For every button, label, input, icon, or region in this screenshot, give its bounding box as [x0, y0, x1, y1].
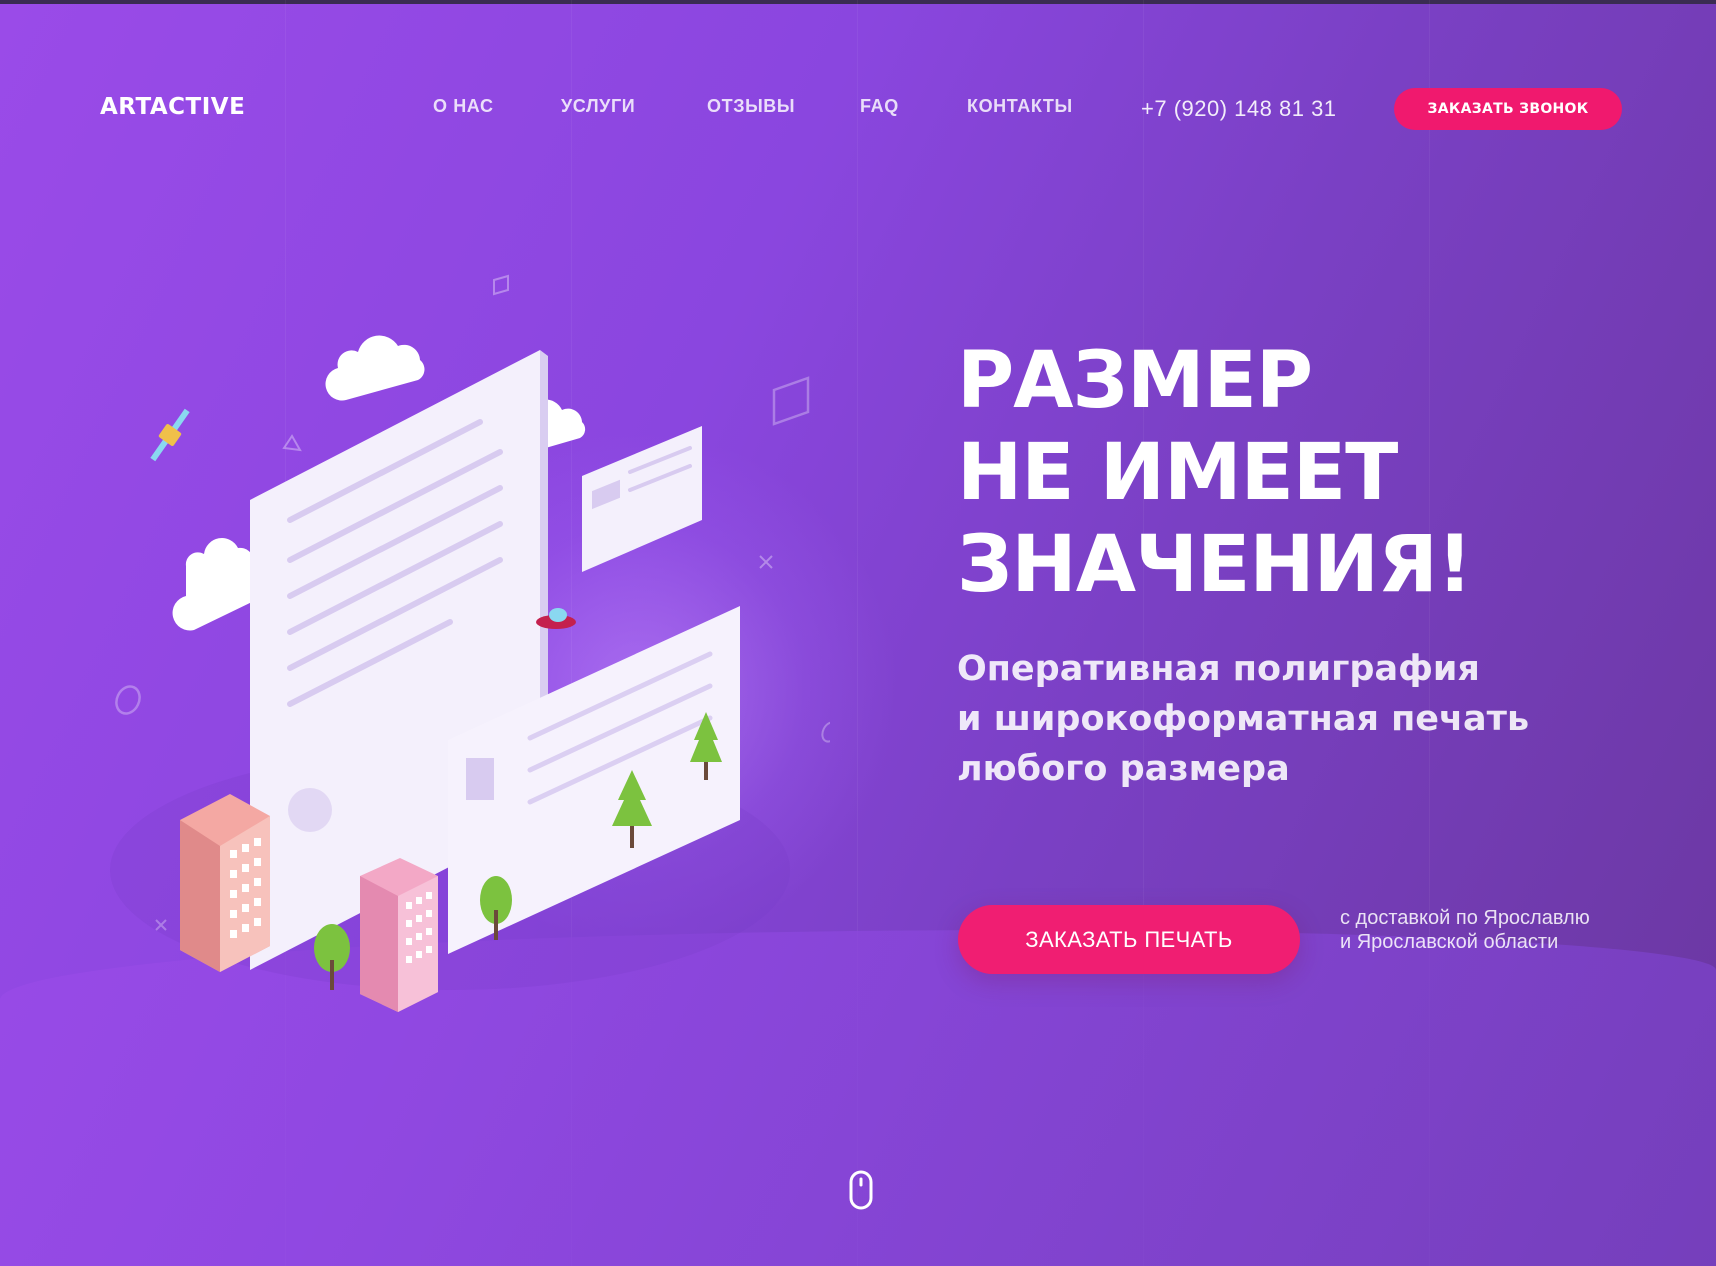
- delivery-note: с доставкой по Ярославлю и Ярославской о…: [1340, 906, 1590, 954]
- nav-contacts[interactable]: КОНТАКТЫ: [967, 96, 1073, 117]
- hero-title: РАЗМЕР НЕ ИМЕЕТ ЗНАЧЕНИЯ!: [957, 335, 1473, 611]
- nav-services[interactable]: УСЛУГИ: [561, 96, 635, 117]
- delivery-note-line: и Ярославской области: [1340, 931, 1559, 953]
- nav-about[interactable]: О НАС: [433, 96, 494, 117]
- hero-subtitle-line: любого размера: [957, 749, 1290, 789]
- order-print-button[interactable]: ЗАКАЗАТЬ ПЕЧАТЬ: [958, 905, 1300, 974]
- mouse-scroll-icon[interactable]: [849, 1170, 873, 1210]
- delivery-note-line: с доставкой по Ярославлю: [1340, 907, 1590, 929]
- nav-reviews[interactable]: ОТЗЫВЫ: [707, 96, 795, 117]
- hero-subtitle-line: Оперативная полиграфия: [957, 649, 1480, 689]
- hero-title-line: РАЗМЕР: [957, 336, 1313, 426]
- order-callback-button[interactable]: ЗАКАЗАТЬ ЗВОНОК: [1394, 88, 1622, 130]
- logo[interactable]: ARTACTIVE: [100, 94, 245, 120]
- nav-faq[interactable]: FAQ: [860, 96, 899, 117]
- hero-title-line: ЗНАЧЕНИЯ!: [957, 520, 1473, 610]
- hero-subtitle: Оперативная полиграфия и широкоформатная…: [957, 644, 1529, 794]
- phone-number[interactable]: +7 (920) 148 81 31: [1141, 96, 1337, 122]
- page: ARTACTIVE О НАС УСЛУГИ ОТЗЫВЫ FAQ КОНТАК…: [0, 0, 1716, 1266]
- hero-title-line: НЕ ИМЕЕТ: [957, 428, 1398, 518]
- hero-subtitle-line: и широкоформатная печать: [957, 699, 1530, 739]
- isometric-print-illustration: [110, 274, 830, 1012]
